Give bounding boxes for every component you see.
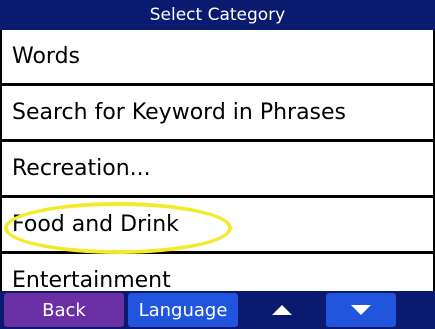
category-label: Recreation... [12,156,151,181]
back-button[interactable]: Back [4,293,124,327]
category-label: Food and Drink [12,212,179,237]
back-button-label: Back [42,299,86,321]
up-arrow-icon [272,305,292,315]
category-label: Words [12,44,81,69]
scroll-down-button[interactable] [326,293,396,327]
down-arrow-icon [351,305,371,315]
bottom-toolbar: Back Language [0,291,435,329]
language-button[interactable]: Language [128,293,238,327]
category-label: Entertainment [12,267,171,293]
category-item-recreation[interactable]: Recreation... [0,142,435,198]
language-button-label: Language [138,299,228,321]
category-item-words[interactable]: Words [0,30,435,86]
title-text: Select Category [149,5,286,25]
category-label: Search for Keyword in Phrases [12,100,347,125]
scroll-up-button[interactable] [242,293,322,327]
category-list: Words Search for Keyword in Phrases Recr… [0,30,435,306]
category-item-food-and-drink[interactable]: Food and Drink [0,198,435,254]
page-title: Select Category [0,0,435,30]
category-item-search-keyword[interactable]: Search for Keyword in Phrases [0,86,435,142]
select-category-screen: Select Category Words Search for Keyword… [0,0,435,329]
